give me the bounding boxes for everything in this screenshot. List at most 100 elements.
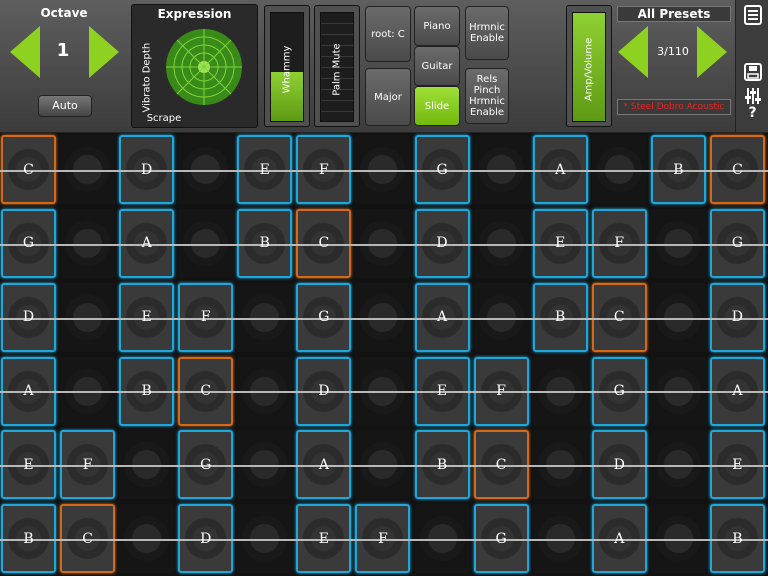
note-label: F (82, 456, 93, 473)
auto-button[interactable]: Auto (38, 95, 92, 117)
note-label: G (731, 235, 744, 252)
note-key[interactable]: D (709, 282, 765, 352)
harmonic-enable-button[interactable]: Hrmnic Enable (465, 6, 509, 60)
note-label: B (23, 530, 34, 547)
note-key[interactable]: G (178, 430, 234, 500)
note-label: G (613, 383, 625, 399)
note-key[interactable]: F (473, 356, 529, 426)
note-label: F (378, 530, 388, 547)
note-key[interactable]: D (178, 504, 234, 574)
note-key[interactable]: A (532, 135, 588, 204)
note-key[interactable]: C (60, 504, 116, 574)
note-label: F (496, 383, 506, 399)
rels-pinch-harmonic-button[interactable]: Rels Pinch Hrmnic Enable (465, 68, 509, 124)
note-key[interactable]: G (414, 135, 470, 204)
note-key[interactable]: E (296, 504, 352, 574)
note-key[interactable]: C (296, 208, 352, 278)
note-label: A (141, 235, 152, 252)
note-key[interactable]: A (1, 356, 56, 426)
note-key[interactable]: G (296, 282, 352, 352)
note-key[interactable]: D (591, 430, 647, 500)
preset-next-button[interactable] (697, 26, 727, 78)
note-label: F (614, 235, 625, 252)
note-key[interactable]: E (119, 282, 175, 352)
palm-mute-label: Palm Mute (331, 43, 343, 96)
note-key[interactable]: G (591, 356, 647, 426)
note-label: D (731, 309, 744, 326)
instrument-guitar[interactable]: Guitar (414, 46, 460, 86)
note-key[interactable]: B (650, 135, 706, 204)
side-icon-bar: ? (735, 0, 768, 132)
note-key[interactable]: E (532, 208, 588, 278)
note-key[interactable]: E (1, 430, 56, 500)
note-label: B (436, 456, 448, 473)
save-icon[interactable] (744, 63, 762, 81)
note-key[interactable]: F (591, 208, 647, 278)
note-key[interactable]: C (709, 135, 765, 204)
mode-button[interactable]: Major (365, 68, 411, 126)
doc-icon[interactable] (743, 5, 763, 25)
preset-prev-button[interactable] (618, 26, 648, 78)
note-key[interactable]: G (709, 208, 765, 278)
preset-counter: 3/110 (657, 45, 689, 58)
note-key[interactable]: A (414, 282, 470, 352)
note-key[interactable]: A (119, 208, 175, 278)
octave-up-button[interactable] (89, 26, 119, 78)
note-label: C (495, 456, 507, 473)
note-key[interactable]: B (237, 208, 293, 278)
instrument-piano[interactable]: Piano (414, 6, 460, 46)
note-label: A (614, 530, 625, 547)
octave-value: 1 (56, 40, 70, 61)
amp-volume-label: Amp/Volume (583, 37, 595, 102)
note-key[interactable]: E (237, 135, 293, 204)
octave-down-button[interactable] (10, 26, 40, 78)
note-label: A (436, 309, 448, 326)
whammy-slider[interactable]: Whammy (264, 5, 310, 127)
note-key[interactable]: C (1, 135, 56, 204)
note-label: E (23, 456, 34, 473)
expression-pad[interactable]: Expression Vibrato Depth Scrape (131, 4, 258, 128)
note-key[interactable]: D (119, 135, 175, 204)
vibrato-depth-label: Vibrato Depth (141, 42, 153, 113)
instrument-slide[interactable]: Slide (414, 86, 460, 126)
note-key[interactable]: C (591, 282, 647, 352)
note-key[interactable]: A (296, 430, 352, 500)
note-key[interactable]: D (1, 282, 56, 352)
note-label: E (732, 456, 743, 473)
fretboard-grid: C D E F G A B C G A B C D E F G D E F G A B C D A B C D E F G A E F G A B C D E… (0, 133, 768, 576)
note-key[interactable]: B (119, 356, 175, 426)
preset-name[interactable]: * Steel Dobro Acoustic (617, 99, 731, 115)
root-button[interactable]: root: C (365, 6, 411, 62)
note-label: C (318, 235, 330, 252)
note-label: B (141, 383, 152, 399)
note-key[interactable]: B (709, 504, 765, 574)
note-key[interactable]: C (473, 430, 529, 500)
note-key[interactable]: F (60, 430, 116, 500)
sliders-icon[interactable] (744, 88, 762, 104)
note-key[interactable]: B (414, 430, 470, 500)
note-label: E (318, 530, 329, 547)
note-label: B (673, 161, 684, 178)
note-label: F (319, 161, 329, 178)
palm-mute-slider[interactable]: Palm Mute (314, 5, 360, 127)
amp-volume-slider[interactable]: Amp/Volume (566, 5, 612, 127)
note-key[interactable]: B (532, 282, 588, 352)
note-key[interactable]: G (1, 208, 56, 278)
note-key[interactable]: E (414, 356, 470, 426)
note-label: D (141, 161, 153, 178)
note-label: B (732, 530, 743, 547)
note-key[interactable]: F (178, 282, 234, 352)
guitar-string (0, 317, 768, 320)
note-key[interactable]: E (709, 430, 765, 500)
note-label: D (22, 309, 35, 326)
note-key[interactable]: G (473, 504, 529, 574)
note-key[interactable]: D (296, 356, 352, 426)
note-key[interactable]: D (414, 208, 470, 278)
note-key[interactable]: A (709, 356, 765, 426)
note-key[interactable]: A (591, 504, 647, 574)
note-key[interactable]: C (178, 356, 234, 426)
help-icon[interactable]: ? (736, 105, 768, 121)
note-key[interactable]: B (1, 504, 56, 574)
note-key[interactable]: F (355, 504, 411, 574)
note-key[interactable]: F (296, 135, 352, 204)
